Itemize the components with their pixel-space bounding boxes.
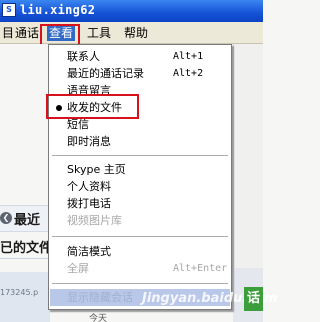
menu-option-compact-mode[interactable]: 简洁模式 bbox=[50, 243, 230, 260]
menu-item-help[interactable]: 帮助 bbox=[122, 25, 150, 41]
files-heading: 已的文件 bbox=[0, 241, 53, 256]
menu-option-skype-home[interactable]: Skype 主页 bbox=[50, 161, 230, 178]
view-dropdown-menu: 联系人 Alt+1 最近的通话记录 Alt+2 语音留言 收发的文件 短信 即时… bbox=[48, 44, 232, 310]
menu-option-fullscreen: 全屏 Alt+Enter bbox=[67, 262, 228, 275]
menu-option-profile[interactable]: 个人资料 bbox=[50, 178, 230, 195]
menu-option-contacts[interactable]: 联系人 Alt+1 bbox=[50, 48, 230, 65]
menu-item-view[interactable]: 查看 bbox=[47, 25, 76, 41]
menu-separator bbox=[52, 283, 228, 284]
menu-item-call[interactable]: 通话 bbox=[13, 25, 41, 41]
menu-option-sent-received-files[interactable]: 收发的文件 bbox=[50, 99, 230, 116]
back-arrow-icon[interactable]: ❮ bbox=[0, 212, 12, 224]
menu-separator bbox=[52, 155, 228, 156]
menu-option-dial-phone[interactable]: 拨打电话 bbox=[50, 195, 230, 212]
menu-separator bbox=[52, 236, 228, 237]
baidu-watermark: Jingyan.baidu.com 话 bbox=[142, 287, 278, 315]
menu-bar: 目 通话 查看 工具 帮助 bbox=[0, 22, 263, 44]
date-label: 今天 bbox=[89, 314, 108, 322]
conversation-area bbox=[0, 272, 50, 322]
menu-item-tools[interactable]: 工具 bbox=[85, 25, 113, 41]
background-left-panel bbox=[0, 44, 48, 204]
menu-option-recent-calls[interactable]: 最近的通话记录 Alt+2 bbox=[50, 65, 230, 82]
menu-option-voicemail[interactable]: 语音留言 bbox=[50, 82, 230, 99]
menu-option-sms[interactable]: 短信 bbox=[50, 116, 230, 133]
contact-id: 173245.p bbox=[0, 288, 39, 297]
window-title: liu.xing62 bbox=[20, 3, 96, 17]
chat-badge: 话 bbox=[244, 287, 263, 311]
recent-header-row: ❮ 最近 bbox=[0, 205, 50, 232]
menu-option-instant-messages[interactable]: 即时消息 bbox=[50, 133, 230, 150]
window-titlebar: S liu.xing62 bbox=[0, 0, 263, 22]
recent-heading: 最近 bbox=[14, 213, 41, 228]
divider bbox=[0, 258, 50, 259]
menu-option-video-gallery: 视频图片库 bbox=[67, 214, 122, 227]
skype-app-icon[interactable]: S bbox=[2, 3, 16, 17]
radio-check-icon bbox=[56, 105, 62, 111]
